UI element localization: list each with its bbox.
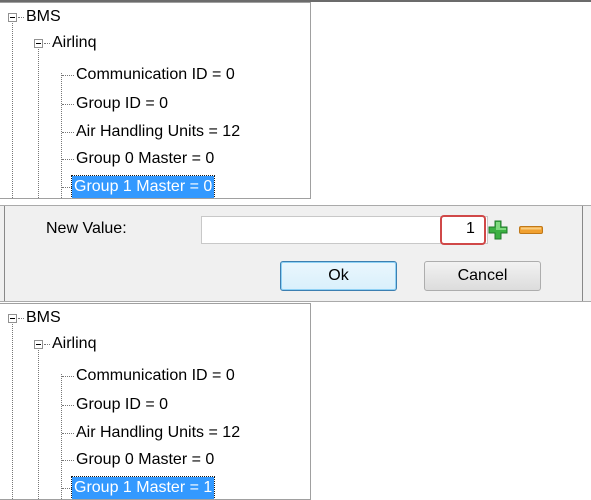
tree-node-root[interactable]: BMS	[26, 6, 61, 28]
expander-icon[interactable]	[34, 39, 43, 48]
tree-connector	[44, 344, 50, 345]
new-value-text: 1	[466, 220, 475, 237]
value-highlight-box	[440, 215, 486, 245]
tree-node-child[interactable]: Airlinq	[52, 32, 96, 54]
tree-connector	[62, 376, 74, 377]
tree-leaf-item[interactable]: Group 0 Master = 0	[76, 148, 214, 170]
minus-icon[interactable]	[519, 226, 543, 234]
tree-guide-line	[12, 23, 13, 198]
tree-leaf-item[interactable]: Air Handling Units = 12	[76, 121, 240, 143]
ok-button[interactable]: Ok	[280, 261, 397, 291]
tree-connector	[62, 405, 74, 406]
tree-view-before[interactable]: BMS Airlinq Communication ID = 0 Group I…	[0, 2, 311, 199]
expander-icon[interactable]	[8, 13, 17, 22]
tree-connector	[18, 17, 24, 18]
tree-leaf-item[interactable]: Group ID = 0	[76, 394, 168, 416]
plus-icon[interactable]	[488, 220, 508, 240]
tree-connector	[62, 75, 74, 76]
tree-connector	[62, 187, 72, 188]
tree-connector	[62, 488, 72, 489]
tree-leaf-item[interactable]: Communication ID = 0	[76, 365, 235, 387]
tree-leaf-item[interactable]: Group 0 Master = 0	[76, 449, 214, 471]
tree-connector	[62, 132, 74, 133]
cancel-button[interactable]: Cancel	[424, 261, 541, 291]
tree-node-root[interactable]: BMS	[26, 307, 61, 329]
tree-connector	[18, 318, 24, 319]
tree-leaf-item[interactable]: Communication ID = 0	[76, 64, 235, 86]
tree-leaf-item[interactable]: Group ID = 0	[76, 93, 168, 115]
expander-icon[interactable]	[8, 314, 17, 323]
expander-icon[interactable]	[34, 340, 43, 349]
tree-guide-line	[61, 374, 62, 499]
tree-connector	[62, 460, 74, 461]
tree-guide-line	[12, 324, 13, 499]
dialog-edge	[4, 206, 5, 301]
tree-node-child[interactable]: Airlinq	[52, 333, 96, 355]
tree-guide-line	[38, 49, 39, 198]
tree-leaf-item[interactable]: Air Handling Units = 12	[76, 422, 240, 444]
tree-leaf-item-selected[interactable]: Group 1 Master = 0	[70, 175, 216, 198]
tree-guide-line	[61, 73, 62, 198]
tree-leaf-item-selected[interactable]: Group 1 Master = 1	[70, 476, 216, 499]
tree-connector	[62, 104, 74, 105]
tree-connector	[62, 159, 74, 160]
new-value-dialog: New Value: 1 Ok Cancel	[0, 205, 591, 302]
tree-view-after[interactable]: BMS Airlinq Communication ID = 0 Group I…	[0, 303, 311, 500]
dialog-edge	[582, 206, 583, 301]
tree-connector	[44, 43, 50, 44]
tree-guide-line	[38, 350, 39, 499]
tree-connector	[62, 433, 74, 434]
new-value-label: New Value:	[46, 220, 127, 237]
